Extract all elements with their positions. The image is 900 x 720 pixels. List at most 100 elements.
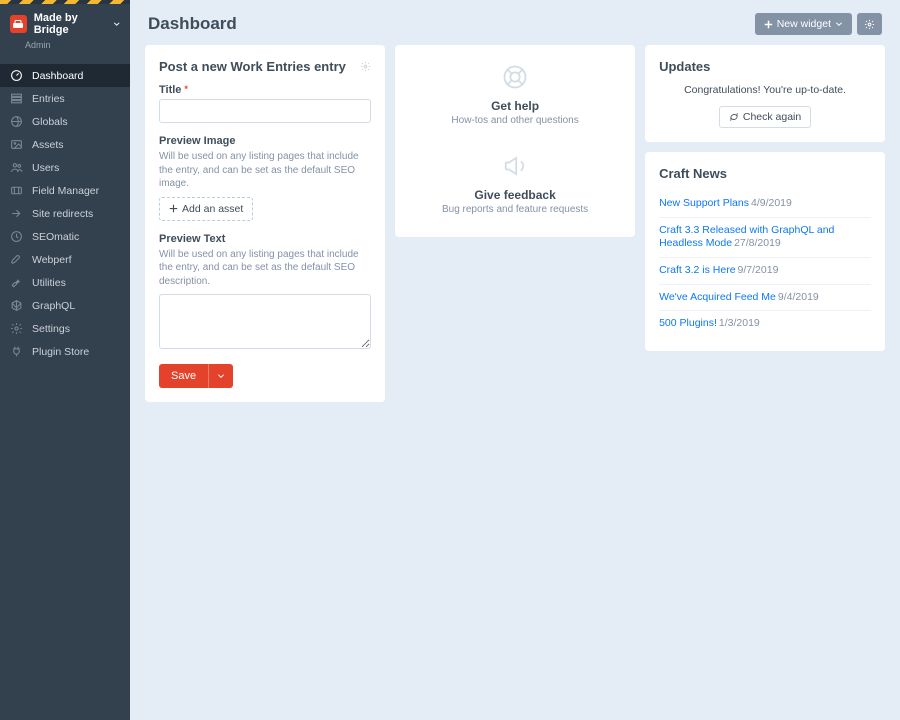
widget-title: Craft News	[659, 166, 871, 181]
chevron-down-icon	[113, 20, 120, 28]
news-item: We've Acquired Feed Me9/4/2019	[659, 284, 871, 311]
preview-text-help: Will be used on any listing pages that i…	[159, 248, 371, 289]
news-list: New Support Plans4/9/2019 Craft 3.3 Rele…	[659, 191, 871, 337]
gear-icon	[360, 61, 371, 72]
nav-label: Site redirects	[32, 208, 93, 220]
feedback-subtitle: Bug reports and feature requests	[442, 204, 588, 215]
news-date: 27/8/2019	[734, 237, 781, 249]
preview-text-label: Preview Text	[159, 233, 371, 245]
news-date: 4/9/2019	[751, 197, 792, 209]
user-role: Admin	[25, 40, 130, 50]
image-icon	[10, 138, 23, 151]
nav-item-settings[interactable]: Settings	[0, 317, 130, 340]
site-logo-icon	[10, 15, 27, 33]
plus-icon	[169, 204, 178, 213]
nav-label: Webperf	[32, 254, 72, 266]
required-indicator: *	[184, 84, 188, 96]
site-name: Made by Bridge	[34, 12, 120, 36]
plug-icon	[10, 345, 23, 358]
nav-item-graphql[interactable]: GraphQL	[0, 294, 130, 317]
rocket-icon	[10, 253, 23, 266]
nav-item-dashboard[interactable]: Dashboard	[0, 64, 130, 87]
title-input[interactable]	[159, 99, 371, 123]
nav-label: Field Manager	[32, 185, 99, 197]
nav-item-assets[interactable]: Assets	[0, 133, 130, 156]
bullhorn-icon	[501, 152, 529, 180]
nav-item-users[interactable]: Users	[0, 156, 130, 179]
nav-label: Settings	[32, 323, 70, 335]
preview-text-input[interactable]	[159, 294, 371, 349]
quick-post-widget: Post a new Work Entries entry Title* Pre…	[145, 45, 385, 402]
add-asset-button[interactable]: Add an asset	[159, 197, 253, 221]
chevron-down-icon	[835, 20, 843, 28]
save-button[interactable]: Save	[159, 364, 208, 388]
nav-label: Utilities	[32, 277, 66, 289]
field-icon	[10, 184, 23, 197]
gear-icon	[10, 322, 23, 335]
nav-label: SEOmatic	[32, 231, 79, 243]
news-item: 500 Plugins!1/3/2019	[659, 310, 871, 337]
new-widget-button[interactable]: New widget	[755, 13, 852, 35]
news-item: Craft 3.3 Released with GraphQL and Head…	[659, 217, 871, 257]
nav-item-plugin-store[interactable]: Plugin Store	[0, 340, 130, 363]
widget-title: Updates	[659, 59, 871, 74]
redirect-icon	[10, 207, 23, 220]
chevron-down-icon	[217, 372, 225, 380]
button-label: Add an asset	[182, 203, 243, 215]
nav-label: GraphQL	[32, 300, 75, 312]
save-dropdown-button[interactable]	[208, 364, 233, 388]
give-feedback-link[interactable]: Give feedback	[474, 188, 555, 202]
refresh-icon	[729, 112, 739, 122]
news-link[interactable]: We've Acquired Feed Me	[659, 291, 776, 303]
news-date: 9/4/2019	[778, 291, 819, 303]
nav-item-redirects[interactable]: Site redirects	[0, 202, 130, 225]
news-item: New Support Plans4/9/2019	[659, 191, 871, 217]
check-again-button[interactable]: Check again	[719, 106, 811, 128]
nav-label: Plugin Store	[32, 346, 89, 358]
globe-icon	[10, 115, 23, 128]
nav-label: Assets	[32, 139, 64, 151]
nav-item-field-manager[interactable]: Field Manager	[0, 179, 130, 202]
nav-item-globals[interactable]: Globals	[0, 110, 130, 133]
dashboard-settings-button[interactable]	[857, 13, 882, 35]
button-label: Check again	[743, 111, 801, 123]
updates-widget: Updates Congratulations! You're up-to-da…	[645, 45, 885, 142]
site-switcher[interactable]: Made by Bridge	[0, 4, 130, 44]
main-nav: Dashboard Entries Globals Assets Users F…	[0, 64, 130, 363]
news-link[interactable]: 500 Plugins!	[659, 317, 717, 329]
nav-label: Globals	[32, 116, 68, 128]
page-title: Dashboard	[148, 14, 237, 34]
preview-image-help: Will be used on any listing pages that i…	[159, 150, 371, 191]
users-icon	[10, 161, 23, 174]
widget-title: Post a new Work Entries entry	[159, 59, 371, 74]
topbar: Dashboard New widget	[130, 0, 900, 45]
news-date: 9/7/2019	[738, 264, 779, 276]
list-icon	[10, 92, 23, 105]
widget-settings-button[interactable]	[360, 61, 371, 72]
news-widget: Craft News New Support Plans4/9/2019 Cra…	[645, 152, 885, 351]
nav-label: Users	[32, 162, 59, 174]
lifebuoy-icon	[501, 63, 529, 91]
save-button-group: Save	[159, 364, 371, 388]
button-label: New widget	[777, 18, 831, 30]
news-link[interactable]: New Support Plans	[659, 197, 749, 209]
nav-item-webperf[interactable]: Webperf	[0, 248, 130, 271]
updates-message: Congratulations! You're up-to-date.	[659, 84, 871, 96]
nav-label: Dashboard	[32, 70, 83, 82]
get-help-link[interactable]: Get help	[491, 99, 539, 113]
news-link[interactable]: Craft 3.2 is Here	[659, 264, 735, 276]
preview-image-label: Preview Image	[159, 135, 371, 147]
news-date: 1/3/2019	[719, 317, 760, 329]
sidebar: Made by Bridge Admin Dashboard Entries G…	[0, 0, 130, 720]
gear-icon	[864, 19, 875, 30]
seo-icon	[10, 230, 23, 243]
nav-item-entries[interactable]: Entries	[0, 87, 130, 110]
title-field-label: Title*	[159, 84, 371, 96]
main-content: Dashboard New widget Post a new Work Ent…	[130, 0, 900, 720]
nav-item-utilities[interactable]: Utilities	[0, 271, 130, 294]
nav-item-seomatic[interactable]: SEOmatic	[0, 225, 130, 248]
support-widget: Get help How-tos and other questions Giv…	[395, 45, 635, 237]
nav-label: Entries	[32, 93, 65, 105]
plus-icon	[764, 20, 773, 29]
graphql-icon	[10, 299, 23, 312]
